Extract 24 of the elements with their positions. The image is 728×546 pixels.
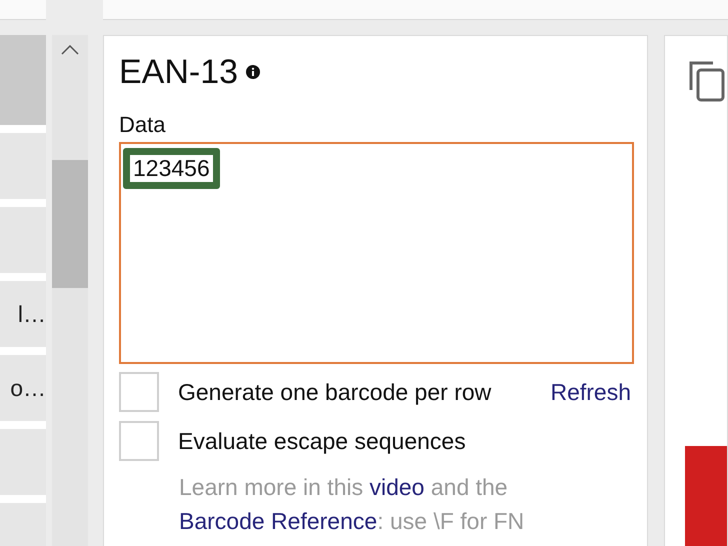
panel-title: EAN-13 [119,52,238,92]
sidebar-item[interactable] [0,207,46,273]
option-label: Generate one barcode per row [178,378,492,406]
scroll-up-icon[interactable] [61,45,79,55]
checkbox[interactable] [119,421,159,461]
sidebar-item[interactable]: o… [0,355,46,421]
field-label: Data [119,112,166,138]
help-link[interactable]: video [369,474,424,500]
top-bar [0,0,46,20]
sidebar-item[interactable]: l… [0,281,46,347]
help-link[interactable]: Barcode Reference [179,508,378,534]
sidebar-item[interactable] [0,133,46,199]
info-icon[interactable] [246,65,260,79]
sidebar-item[interactable] [0,35,46,125]
refresh-link[interactable]: Refresh [550,378,631,406]
data-value: 123456 [123,148,220,189]
copy-icon[interactable] [689,60,725,102]
sidebar-item[interactable] [0,429,46,495]
scroll-thumb[interactable] [52,160,88,288]
help-text: Learn more in this video and the Barcode Reference: use \F for FN [179,473,526,536]
data-field[interactable]: 123456 [119,142,634,364]
scrollbar[interactable] [52,35,88,546]
checkbox[interactable] [119,372,159,412]
option-label: Evaluate escape sequences [178,428,466,454]
